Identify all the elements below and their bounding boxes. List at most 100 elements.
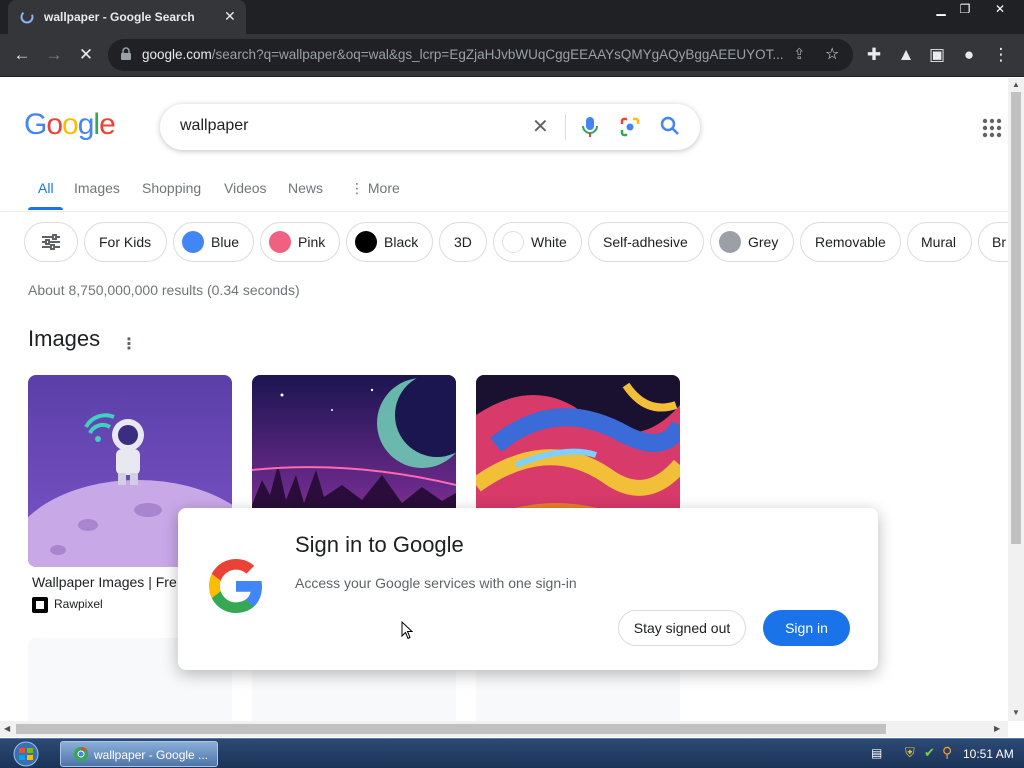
- tab-images[interactable]: Images: [74, 180, 120, 196]
- profile-icon[interactable]: ●: [958, 44, 980, 66]
- chip-label: Pink: [298, 234, 326, 250]
- url-host: google.com: [142, 47, 212, 62]
- chip-self-adhesive[interactable]: Self-adhesive: [588, 222, 704, 262]
- search-tray-icon[interactable]: ⚲: [942, 744, 952, 761]
- chip-removable[interactable]: Removable: [800, 222, 901, 262]
- chip-partial[interactable]: Br: [978, 222, 1008, 262]
- scroll-right-icon[interactable]: ▶: [994, 724, 1000, 733]
- google-logo[interactable]: Google: [24, 108, 116, 142]
- chip-label: Removable: [815, 234, 886, 250]
- search-icon[interactable]: [660, 116, 680, 136]
- browser-tab[interactable]: wallpaper - Google Search ✕: [8, 0, 246, 34]
- forward-icon[interactable]: →: [43, 44, 65, 66]
- side-panel-icon[interactable]: ▣: [926, 44, 948, 66]
- chip-label: Grey: [748, 234, 779, 250]
- rawpixel-favicon: [32, 597, 48, 613]
- sign-in-button[interactable]: Sign in: [763, 610, 850, 646]
- close-window-button[interactable]: ✕: [985, 0, 1015, 18]
- scroll-left-icon[interactable]: ◀: [4, 724, 10, 733]
- minimize-button[interactable]: ▁: [928, 0, 954, 18]
- chip-white[interactable]: White: [493, 222, 582, 262]
- color-swatch: [355, 231, 377, 253]
- labs-icon[interactable]: ▲: [895, 44, 917, 66]
- star-icon[interactable]: ☆: [825, 44, 839, 64]
- chip-label: White: [531, 234, 567, 250]
- taskbar-chrome-button[interactable]: wallpaper - Google ...: [60, 741, 218, 767]
- menu-icon[interactable]: ⋮: [990, 44, 1012, 66]
- restore-button[interactable]: ❐: [952, 0, 978, 18]
- chip-label: Black: [384, 234, 419, 250]
- chip-label: For Kids: [99, 234, 152, 250]
- clear-icon[interactable]: ✕: [532, 114, 549, 139]
- url-text: google.com/search?q=wallpaper&oq=wal&gs_…: [142, 47, 792, 62]
- share-icon[interactable]: ⇪: [793, 45, 806, 63]
- search-box[interactable]: wallpaper ✕: [160, 104, 700, 150]
- security-shield-icon[interactable]: ⛨: [905, 745, 915, 761]
- start-button-icon[interactable]: [4, 740, 48, 768]
- images-section-title: Images: [28, 326, 101, 351]
- browser-toolbar: ← → ✕ google.com/search?q=wallpaper&oq=w…: [0, 34, 1024, 77]
- sign-in-dialog: Sign in to Google Access your Google ser…: [178, 508, 878, 670]
- chip-blue[interactable]: Blue: [173, 222, 254, 262]
- google-g-icon: [209, 559, 262, 613]
- horizontal-scroll-thumb[interactable]: [16, 724, 886, 734]
- dialog-title: Sign in to Google: [295, 532, 464, 557]
- chip-label: Self-adhesive: [603, 234, 688, 250]
- chrome-icon: [74, 746, 88, 761]
- image-result-title[interactable]: Wallpaper Images | Fre: [32, 574, 177, 590]
- chip-label: Mural: [921, 234, 957, 250]
- tab-more-label: More: [367, 180, 400, 196]
- taskbar-app-label: wallpaper - Google ...: [94, 748, 209, 762]
- chip-for-kids[interactable]: For Kids: [84, 222, 167, 262]
- tab-news[interactable]: News: [288, 180, 323, 196]
- chip-grey[interactable]: Grey: [710, 222, 794, 262]
- search-input[interactable]: wallpaper: [180, 117, 248, 135]
- vertical-scroll-thumb[interactable]: [1011, 92, 1021, 544]
- address-bar[interactable]: google.com/search?q=wallpaper&oq=wal&gs_…: [108, 39, 853, 71]
- chip-label: Blue: [211, 234, 240, 250]
- mouse-cursor-icon: [401, 621, 413, 640]
- chip-label: 3D: [454, 234, 472, 250]
- network-icon[interactable]: ✔: [924, 745, 935, 761]
- keyboard-icon[interactable]: ▤: [871, 746, 882, 760]
- chip-3d[interactable]: 3D: [439, 222, 487, 262]
- chip-mural[interactable]: Mural: [907, 222, 972, 262]
- microphone-icon[interactable]: [582, 116, 598, 138]
- divider: [565, 114, 566, 140]
- tab-all[interactable]: All: [38, 180, 54, 196]
- tune-icon: [42, 234, 60, 250]
- section-more-icon[interactable]: ⋮: [121, 334, 137, 354]
- apps-grid-icon[interactable]: [982, 118, 1002, 138]
- chip-black[interactable]: Black: [346, 222, 433, 262]
- color-swatch: [269, 231, 291, 253]
- chrome-loading-icon: [20, 10, 34, 24]
- search-nav-tabs: All Images Shopping Videos News ⋮ More: [0, 178, 1008, 212]
- tab-shopping[interactable]: Shopping: [142, 180, 201, 196]
- color-swatch: [182, 231, 204, 253]
- scroll-up-icon[interactable]: ▲: [1012, 80, 1020, 89]
- scroll-down-icon[interactable]: ▼: [1012, 708, 1020, 717]
- stop-icon[interactable]: ✕: [75, 44, 97, 66]
- url-path: /search?q=wallpaper&oq=wal&gs_lcrp=EgZja…: [211, 47, 784, 62]
- taskbar-clock[interactable]: 10:51 AM: [963, 747, 1014, 761]
- lens-icon[interactable]: [620, 117, 640, 137]
- chip-label: Br: [992, 234, 1006, 250]
- chip-pink[interactable]: Pink: [260, 222, 340, 262]
- tab-close-icon[interactable]: ✕: [224, 8, 236, 25]
- stay-signed-out-button[interactable]: Stay signed out: [618, 610, 746, 646]
- more-dots-icon: ⋮: [350, 180, 368, 196]
- tab-videos[interactable]: Videos: [224, 180, 267, 196]
- horizontal-scrollbar[interactable]: ◀ ▶: [0, 721, 1008, 737]
- title-bar: wallpaper - Google Search ✕ ▁ ❐ ✕: [0, 0, 1024, 34]
- back-icon[interactable]: ←: [11, 44, 33, 66]
- windows-taskbar: wallpaper - Google ... ▤ ⛨ ✔ ⚲ 10:51 AM: [0, 738, 1024, 768]
- filter-settings-chip[interactable]: [24, 222, 78, 262]
- extensions-icon[interactable]: ✚: [863, 44, 885, 66]
- dialog-subtitle: Access your Google services with one sig…: [295, 575, 577, 591]
- result-stats: About 8,750,000,000 results (0.34 second…: [28, 282, 300, 298]
- color-swatch: [502, 231, 524, 253]
- tab-more[interactable]: ⋮ More: [350, 180, 400, 197]
- active-tab-indicator: [28, 207, 63, 210]
- image-result-source[interactable]: Rawpixel: [54, 597, 103, 611]
- vertical-scrollbar[interactable]: ▲ ▼: [1008, 78, 1024, 721]
